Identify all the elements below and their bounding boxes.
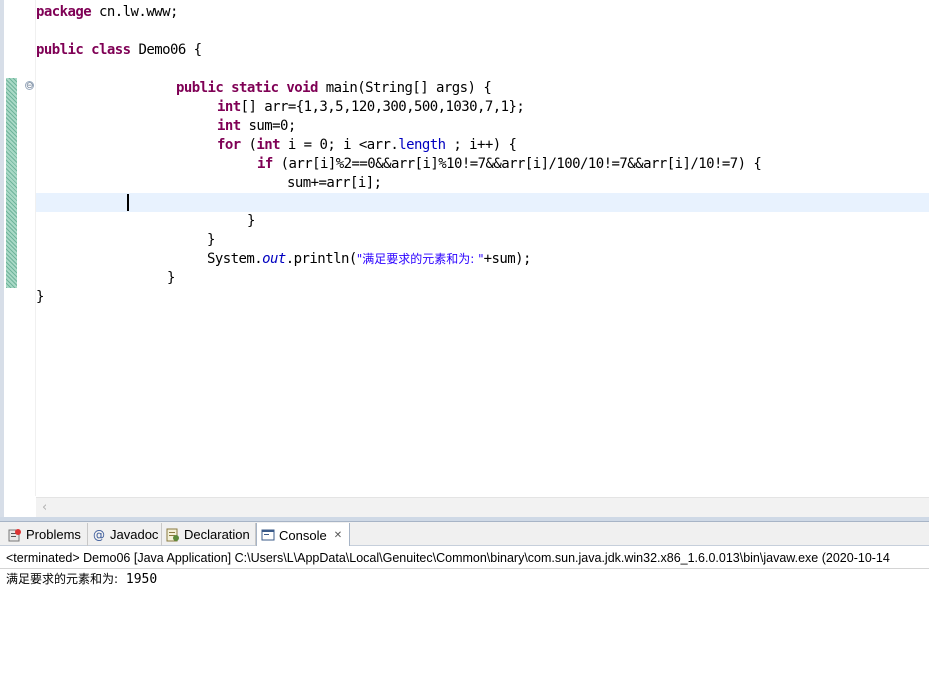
console-output-line: 满足要求的元素和为: 1950 [6, 570, 157, 589]
problems-icon [8, 528, 22, 542]
current-line-highlight [36, 193, 929, 212]
tab-label: Console [279, 527, 327, 543]
keyword: if [257, 156, 273, 172]
code-line-if[interactable]: if (arr[i]%2==0&&arr[i]%10!=7&&arr[i]/10… [257, 155, 762, 174]
svg-text:@: @ [93, 528, 105, 542]
code-text: System. [207, 251, 263, 267]
view-tabbar: Problems @ Javadoc Declaration Console ✕ [0, 521, 929, 547]
code-text: i = 0; i <arr. [280, 137, 399, 153]
text-cursor [127, 194, 129, 211]
collapse-icon[interactable]: ⊖ [25, 81, 34, 91]
code-line-accumulate[interactable]: sum+=arr[i]; [287, 174, 382, 193]
javadoc-icon: @ [92, 528, 106, 542]
code-line-array[interactable]: int[] arr={1,3,5,120,300,500,1030,7,1}; [217, 98, 525, 117]
code-line-package[interactable]: package cn.lw.www; [36, 3, 178, 22]
code-line-close-for[interactable]: } [207, 231, 215, 250]
tab-label: Declaration [184, 527, 250, 542]
keyword: for [217, 137, 241, 153]
code-text: } [207, 232, 215, 248]
tab-console[interactable]: Console ✕ [256, 523, 350, 547]
keyword: int [256, 137, 281, 153]
tab-declaration[interactable]: Declaration [162, 523, 256, 546]
keyword: package [36, 4, 92, 20]
code-text: sum+=arr[i]; [287, 175, 382, 191]
console-output[interactable]: <terminated> Demo06 [Java Application] C… [0, 546, 929, 678]
keyword: int [217, 99, 241, 115]
tab-label: Javadoc [110, 527, 159, 542]
code-line-close-main[interactable]: } [167, 269, 175, 288]
code-text: main(String[] args) { [317, 80, 492, 96]
code-line-println[interactable]: System.out.println("满足要求的元素和为: "+sum); [207, 250, 531, 269]
code-line-class[interactable]: public class Demo06 { [36, 41, 202, 60]
tab-problems[interactable]: Problems [4, 523, 88, 546]
keyword: int [217, 118, 241, 134]
keyword: void [286, 80, 318, 96]
code-text: +sum); [483, 251, 532, 267]
keyword: static [231, 80, 279, 96]
editor-border [0, 0, 4, 517]
keyword: public [36, 42, 84, 58]
code-text: [] arr={1,3,5,120,300,500,1030,7,1}; [240, 99, 525, 115]
code-line-for[interactable]: for (int i = 0; i <arr.length ; i++) { [217, 136, 517, 155]
code-text: cn.lw.www; [91, 4, 178, 20]
code-text: Demo06 { [130, 42, 202, 58]
code-text: } [247, 213, 255, 229]
field-reference: length [398, 137, 446, 153]
code-text: sum=0; [240, 118, 297, 134]
output-label: 满足要求的元素和为: [6, 572, 119, 586]
tab-label: Problems [26, 527, 81, 542]
console-status-line: <terminated> Demo06 [Java Application] C… [6, 551, 890, 565]
code-editor[interactable]: ⊖ package cn.lw.www; public class Demo06… [0, 0, 929, 517]
code-text: } [36, 289, 44, 305]
code-line-main[interactable]: public static void main(String[] args) { [176, 79, 492, 98]
code-line-close-class[interactable]: } [36, 288, 44, 307]
output-value: 1950 [118, 572, 158, 587]
change-ruler [6, 78, 17, 288]
string-literal: "满足要求的元素和为: " [356, 252, 484, 266]
code-text: ( [240, 137, 257, 153]
code-line-close-if[interactable]: } [247, 212, 255, 231]
code-text: ; i++) { [445, 137, 517, 153]
code-line-sum[interactable]: int sum=0; [217, 117, 296, 136]
close-icon[interactable]: ✕ [334, 530, 342, 541]
views-panel: Problems @ Javadoc Declaration Console ✕… [0, 521, 929, 678]
gutter-divider [35, 0, 36, 496]
horizontal-scrollbar[interactable]: ‹ [36, 497, 929, 517]
scroll-left-icon[interactable]: ‹ [42, 500, 47, 515]
divider [0, 568, 929, 569]
keyword: class [91, 42, 131, 58]
tab-javadoc[interactable]: @ Javadoc [88, 523, 162, 546]
code-text: .println( [285, 251, 357, 267]
code-text: } [167, 270, 175, 286]
keyword: public [176, 80, 224, 96]
static-field: out [262, 251, 286, 267]
console-icon [261, 528, 275, 542]
code-text: (arr[i]%2==0&&arr[i]%10!=7&&arr[i]/100/1… [272, 156, 762, 172]
declaration-icon [166, 528, 180, 542]
